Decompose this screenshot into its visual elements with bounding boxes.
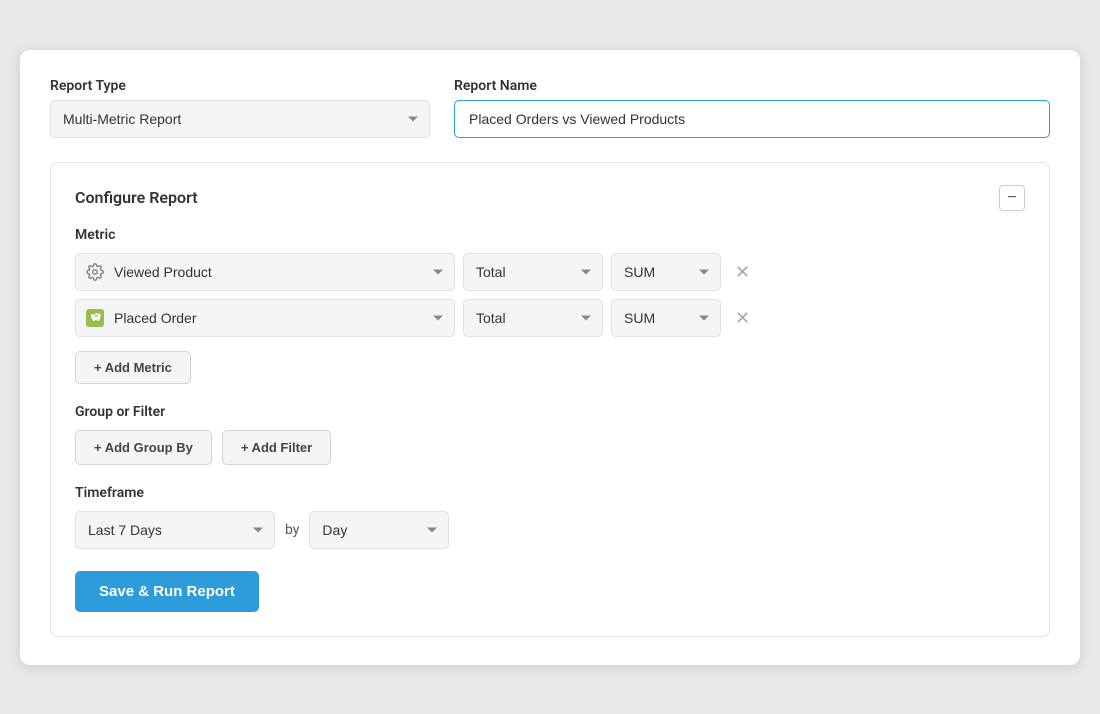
- report-name-group: Report Name: [454, 78, 1050, 138]
- group-filter-row: + Add Group By + Add Filter: [75, 430, 1025, 465]
- report-name-input[interactable]: [454, 100, 1050, 138]
- group-filter-label: Group or Filter: [75, 404, 1025, 420]
- report-type-label: Report Type: [50, 78, 430, 94]
- metric-label: Metric: [75, 227, 1025, 243]
- configure-section: Configure Report − Metric Viewed Product: [50, 162, 1050, 637]
- timeframe-select[interactable]: Last 7 Days Last 30 Days Last 90 Days Cu…: [75, 511, 275, 549]
- remove-placed-order-button[interactable]: ✕: [729, 305, 756, 331]
- placed-order-aggregate-select[interactable]: Total Unique Per User: [463, 299, 603, 337]
- granularity-select[interactable]: Day Week Month: [309, 511, 449, 549]
- add-filter-button[interactable]: + Add Filter: [222, 430, 331, 465]
- viewed-product-function-wrapper: SUM AVG MIN MAX COUNT: [611, 253, 721, 291]
- timeframe-row: Last 7 Days Last 30 Days Last 90 Days Cu…: [75, 511, 1025, 549]
- metric-row-placed-order: Placed Order Total Unique Per User SUM A…: [75, 299, 1025, 337]
- timeframe-select-wrapper: Last 7 Days Last 30 Days Last 90 Days Cu…: [75, 511, 275, 549]
- report-type-select-wrapper: Multi-Metric Report: [50, 100, 430, 138]
- viewed-product-select-wrapper: Viewed Product: [75, 253, 455, 291]
- main-card: Report Type Multi-Metric Report Report N…: [20, 50, 1080, 665]
- viewed-product-aggregate-select[interactable]: Total Unique Per User: [463, 253, 603, 291]
- viewed-product-select[interactable]: Viewed Product: [75, 253, 455, 291]
- add-metric-button[interactable]: + Add Metric: [75, 351, 191, 384]
- by-label: by: [285, 522, 299, 538]
- placed-order-function-wrapper: SUM AVG MIN MAX COUNT: [611, 299, 721, 337]
- timeframe-label: Timeframe: [75, 485, 1025, 501]
- placed-order-select[interactable]: Placed Order: [75, 299, 455, 337]
- collapse-button[interactable]: −: [999, 185, 1025, 211]
- section-title: Configure Report: [75, 188, 198, 207]
- report-type-select[interactable]: Multi-Metric Report: [50, 100, 430, 138]
- minus-icon: −: [1007, 189, 1016, 207]
- report-type-group: Report Type Multi-Metric Report: [50, 78, 430, 138]
- metric-row-viewed-product: Viewed Product Total Unique Per User SUM…: [75, 253, 1025, 291]
- report-name-label: Report Name: [454, 78, 1050, 94]
- placed-order-select-wrapper: Placed Order: [75, 299, 455, 337]
- add-group-by-button[interactable]: + Add Group By: [75, 430, 212, 465]
- save-run-button[interactable]: Save & Run Report: [75, 571, 259, 612]
- placed-order-aggregate-wrapper: Total Unique Per User: [463, 299, 603, 337]
- viewed-product-function-select[interactable]: SUM AVG MIN MAX COUNT: [611, 253, 721, 291]
- top-row: Report Type Multi-Metric Report Report N…: [50, 78, 1050, 138]
- section-header: Configure Report −: [75, 185, 1025, 211]
- viewed-product-aggregate-wrapper: Total Unique Per User: [463, 253, 603, 291]
- granularity-select-wrapper: Day Week Month: [309, 511, 449, 549]
- placed-order-function-select[interactable]: SUM AVG MIN MAX COUNT: [611, 299, 721, 337]
- remove-viewed-product-button[interactable]: ✕: [729, 259, 756, 285]
